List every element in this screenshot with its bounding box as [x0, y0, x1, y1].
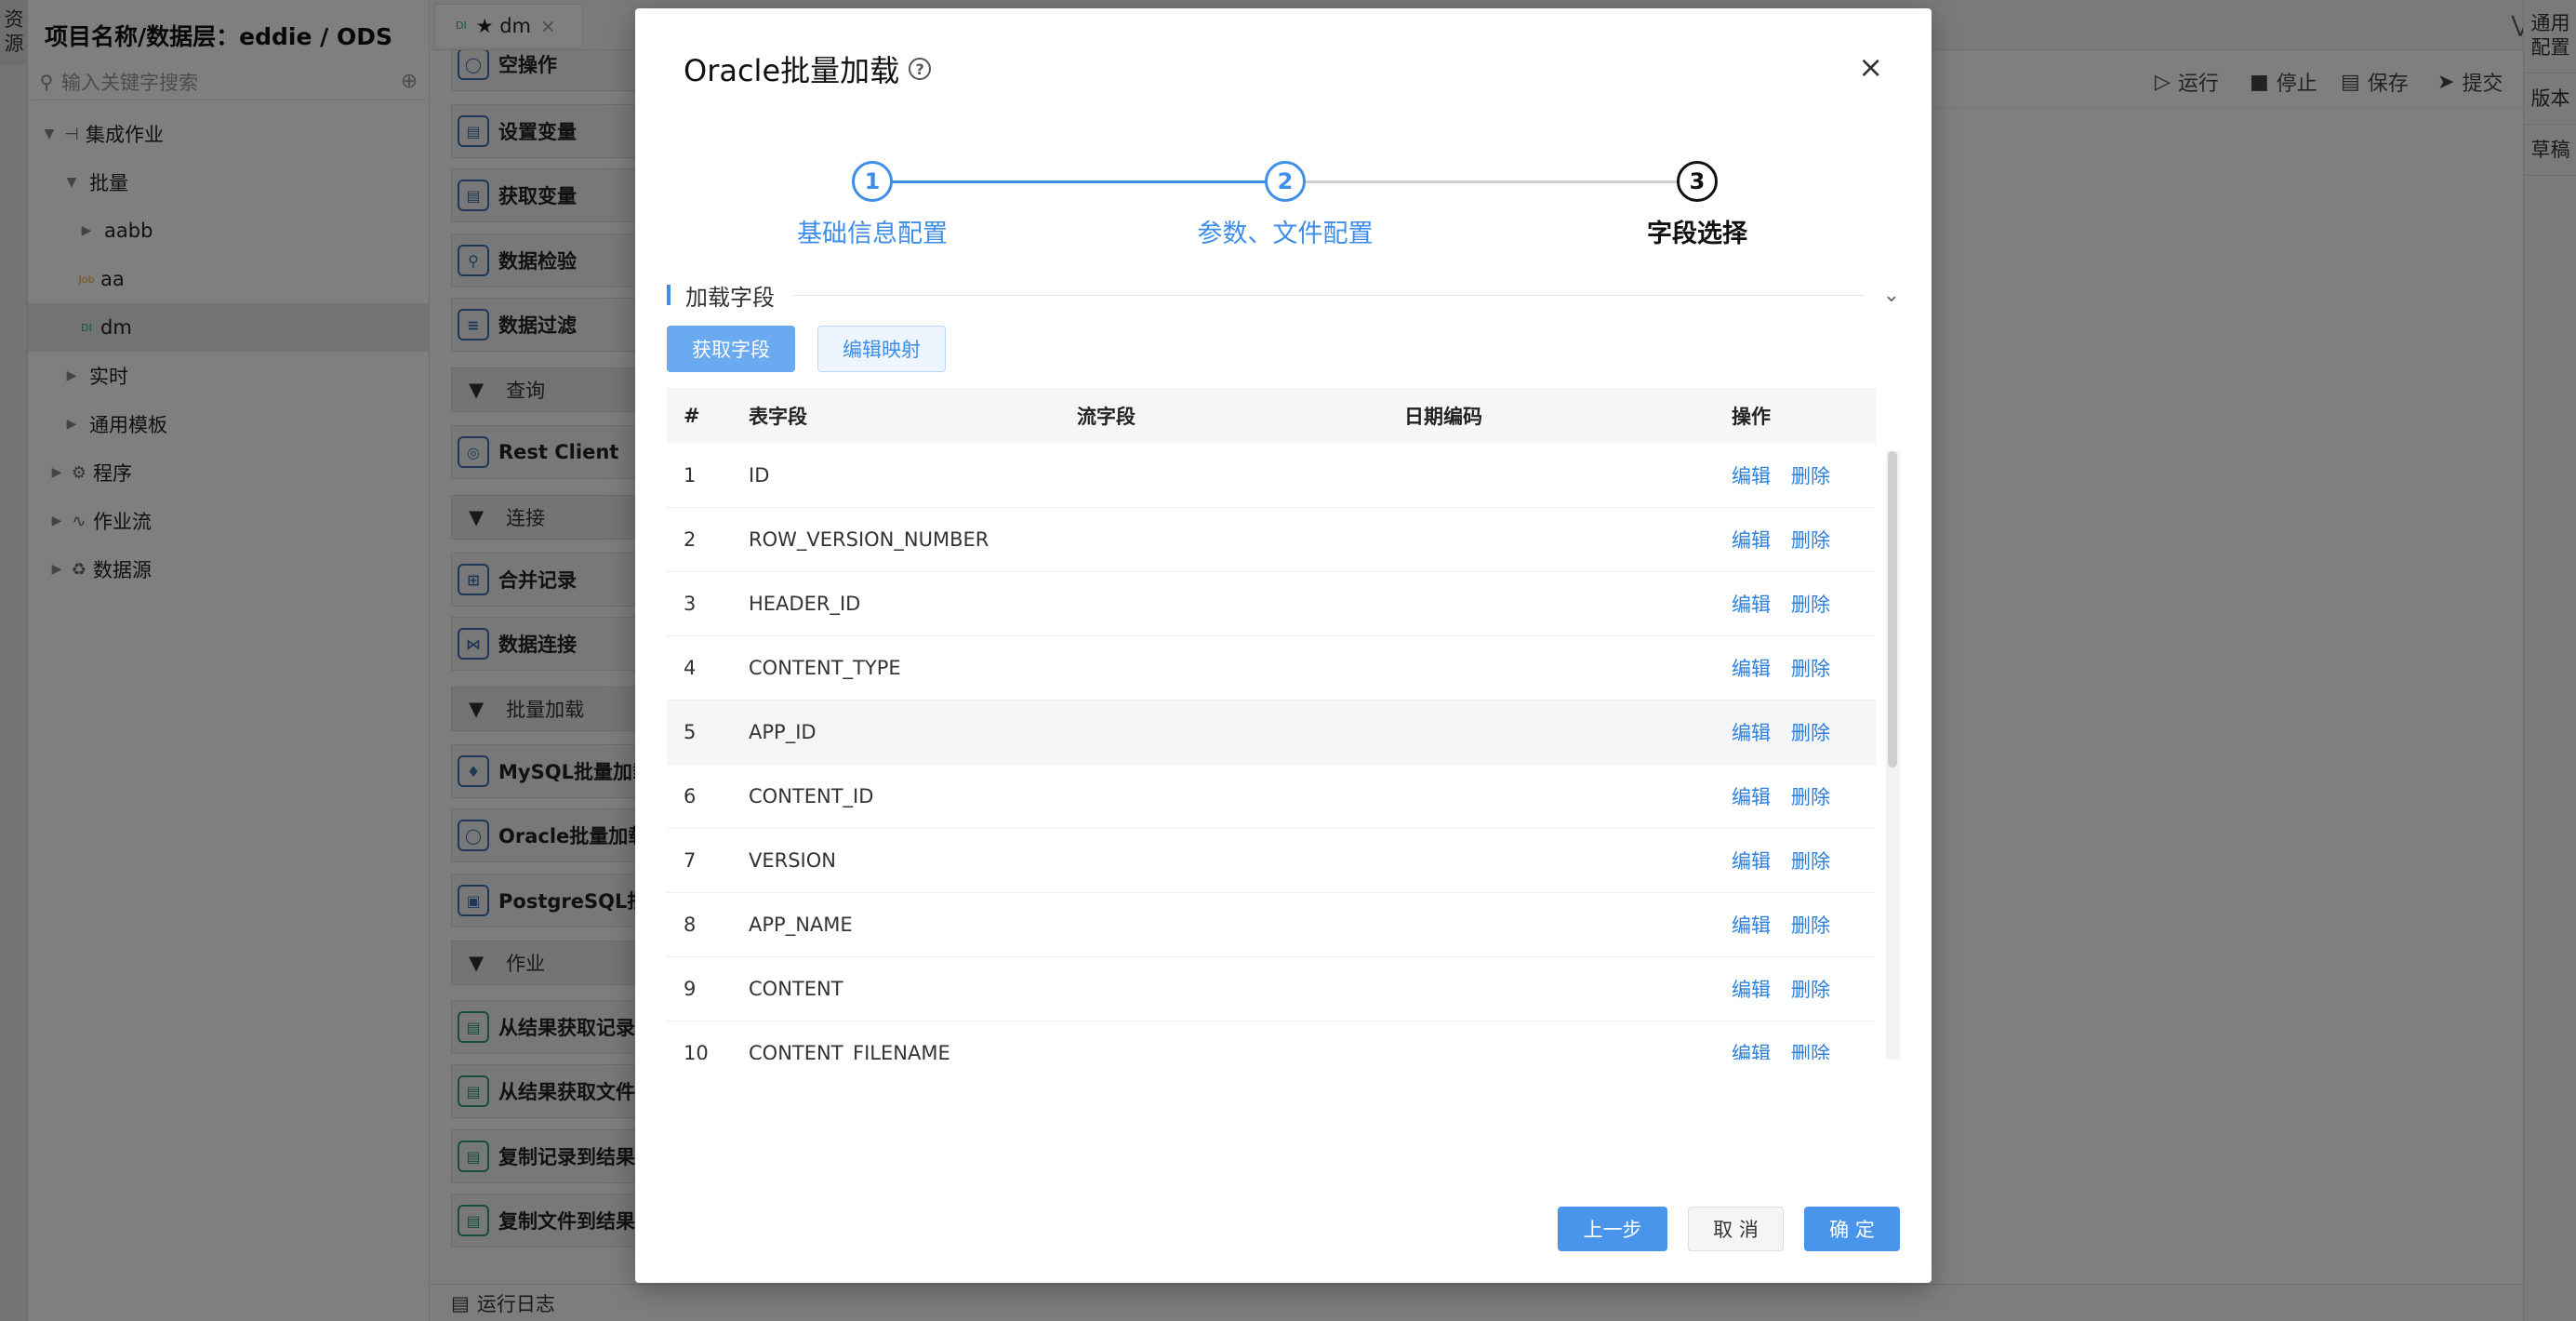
table-field-cell: CONTENT_FILENAME	[749, 1042, 950, 1060]
row-index: 5	[684, 721, 697, 743]
table-field-cell: CONTENT_TYPE	[749, 657, 901, 679]
row-actions: 编辑 删除	[1732, 526, 1876, 554]
row-actions: 编辑 删除	[1732, 1039, 1876, 1060]
edit-row-link[interactable]: 编辑	[1732, 526, 1771, 554]
delete-row-link[interactable]: 删除	[1791, 590, 1830, 618]
table-field-cell: APP_NAME	[749, 914, 853, 936]
col-stream-field-header: 流字段	[1077, 406, 1135, 428]
section-title: 加载字段	[685, 284, 775, 311]
fetch-fields-button[interactable]: 获取字段	[667, 326, 795, 372]
table-row[interactable]: 10 CONTENT_FILENAME 编辑 删除	[667, 1021, 1876, 1060]
step-connector	[1306, 180, 1701, 183]
chevron-down-icon[interactable]: ⌄	[1883, 284, 1900, 307]
row-index: 10	[684, 1042, 709, 1060]
step-1-label: 基础信息配置	[797, 220, 948, 248]
row-actions: 编辑 删除	[1732, 461, 1876, 489]
help-icon[interactable]: ?	[909, 58, 932, 80]
table-field-cell: ID	[749, 464, 770, 487]
edit-row-link[interactable]: 编辑	[1732, 911, 1771, 939]
scrollbar-thumb[interactable]	[1888, 451, 1897, 767]
edit-row-link[interactable]: 编辑	[1732, 654, 1771, 682]
table-field-cell: CONTENT	[749, 978, 843, 1000]
edit-row-link[interactable]: 编辑	[1732, 782, 1771, 810]
delete-row-link[interactable]: 删除	[1791, 975, 1830, 1003]
table-row[interactable]: 1 ID 编辑 删除	[667, 444, 1876, 508]
step-connector	[892, 180, 1287, 183]
row-index: 3	[684, 593, 697, 615]
table-header: # 表字段 流字段 日期编码 操作	[667, 388, 1876, 444]
row-index: 9	[684, 978, 697, 1000]
col-table-field-header: 表字段	[749, 406, 807, 428]
row-actions: 编辑 删除	[1732, 718, 1876, 746]
row-actions: 编辑 删除	[1732, 847, 1876, 874]
edit-row-link[interactable]: 编辑	[1732, 590, 1771, 618]
delete-row-link[interactable]: 删除	[1791, 782, 1830, 810]
table-row[interactable]: 2 ROW_VERSION_NUMBER 编辑 删除	[667, 508, 1876, 572]
wizard-steps: 1 2 3 基础信息配置 参数、文件配置 字段选择	[635, 148, 1932, 260]
edit-row-link[interactable]: 编辑	[1732, 461, 1771, 489]
step-3-circle[interactable]: 3	[1677, 161, 1718, 202]
table-row[interactable]: 6 CONTENT_ID 编辑 删除	[667, 765, 1876, 829]
step-2-label: 参数、文件配置	[1197, 220, 1374, 248]
row-actions: 编辑 删除	[1732, 782, 1876, 810]
dialog-title-row: Oracle批量加载 ?	[684, 47, 932, 90]
close-icon[interactable]: ×	[1858, 49, 1883, 85]
col-index-header: #	[684, 405, 700, 427]
row-index: 4	[684, 657, 697, 679]
table-row[interactable]: 4 CONTENT_TYPE 编辑 删除	[667, 636, 1876, 701]
edit-row-link[interactable]: 编辑	[1732, 975, 1771, 1003]
table-row[interactable]: 5 APP_ID 编辑 删除	[667, 701, 1876, 765]
step-1-circle[interactable]: 1	[852, 161, 893, 202]
table-row[interactable]: 3 HEADER_ID 编辑 删除	[667, 572, 1876, 636]
table-scrollbar[interactable]	[1886, 451, 1900, 1060]
table-body[interactable]: 1 ID 编辑 删除 2 ROW_VERSION_NUMBER 编辑 删除 3 HEADER_ID…	[667, 444, 1876, 1060]
step-2-circle[interactable]: 2	[1265, 161, 1306, 202]
row-index: 8	[684, 914, 697, 936]
row-actions: 编辑 删除	[1732, 654, 1876, 682]
load-fields-section-header[interactable]: 加载字段 ⌄	[667, 278, 1900, 312]
delete-row-link[interactable]: 删除	[1791, 461, 1830, 489]
fields-table: # 表字段 流字段 日期编码 操作 1 ID 编辑 删除 2 ROW_VERSION_NU…	[667, 388, 1900, 1060]
edit-mapping-button[interactable]: 编辑映射	[817, 326, 946, 372]
dialog-title: Oracle批量加载	[684, 53, 900, 88]
delete-row-link[interactable]: 删除	[1791, 911, 1830, 939]
confirm-button[interactable]: 确 定	[1804, 1207, 1900, 1251]
table-row[interactable]: 9 CONTENT 编辑 删除	[667, 957, 1876, 1021]
row-index: 7	[684, 849, 697, 872]
row-actions: 编辑 删除	[1732, 590, 1876, 618]
oracle-bulk-load-dialog: Oracle批量加载 ? × 1 2 3 基础信息配置 参数、文件配置 字段选择…	[635, 8, 1932, 1283]
section-divider	[793, 294, 1865, 296]
table-field-cell: HEADER_ID	[749, 593, 861, 615]
table-row[interactable]: 7 VERSION 编辑 删除	[667, 829, 1876, 893]
table-field-cell: CONTENT_ID	[749, 785, 874, 807]
edit-row-link[interactable]: 编辑	[1732, 1039, 1771, 1060]
row-actions: 编辑 删除	[1732, 975, 1876, 1003]
edit-row-link[interactable]: 编辑	[1732, 847, 1771, 874]
row-index: 2	[684, 528, 697, 551]
row-index: 6	[684, 785, 697, 807]
section-accent-bar	[667, 285, 671, 305]
previous-step-button[interactable]: 上一步	[1558, 1207, 1667, 1251]
col-date-code-header: 日期编码	[1404, 406, 1482, 428]
delete-row-link[interactable]: 删除	[1791, 526, 1830, 554]
edit-row-link[interactable]: 编辑	[1732, 718, 1771, 746]
cancel-button[interactable]: 取 消	[1688, 1207, 1784, 1251]
table-field-cell: ROW_VERSION_NUMBER	[749, 528, 989, 551]
table-field-cell: VERSION	[749, 849, 836, 872]
delete-row-link[interactable]: 删除	[1791, 718, 1830, 746]
delete-row-link[interactable]: 删除	[1791, 1039, 1830, 1060]
table-field-cell: APP_ID	[749, 721, 817, 743]
step-3-label: 字段选择	[1647, 220, 1747, 248]
delete-row-link[interactable]: 删除	[1791, 847, 1830, 874]
col-actions-header: 操作	[1732, 406, 1771, 428]
row-actions: 编辑 删除	[1732, 911, 1876, 939]
row-index: 1	[684, 464, 697, 487]
table-row[interactable]: 8 APP_NAME 编辑 删除	[667, 893, 1876, 957]
delete-row-link[interactable]: 删除	[1791, 654, 1830, 682]
